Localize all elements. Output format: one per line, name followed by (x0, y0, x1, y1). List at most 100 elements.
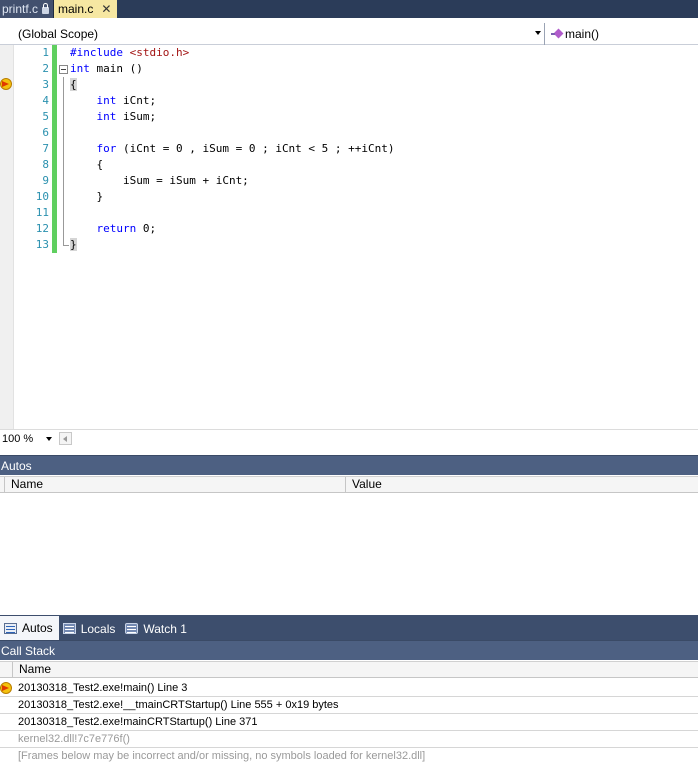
code-text: iSum = iSum + iCnt; (70, 173, 249, 189)
outlining-margin (58, 45, 70, 61)
document-tab-bar: printf.c main.c ✕ (0, 0, 698, 18)
scope-dropdown[interactable]: (Global Scope) (0, 23, 545, 45)
code-text: #include <stdio.h> (70, 45, 189, 61)
call-stack-panel-title: Call Stack (0, 640, 698, 660)
change-indicator (52, 221, 57, 237)
frame-text: 20130318_Test2.exe!mainCRTStartup() Line… (18, 716, 258, 728)
outlining-margin (58, 237, 70, 253)
change-indicator (52, 109, 57, 125)
outlining-margin (58, 157, 70, 173)
code-line[interactable]: 4 int iCnt; (14, 93, 698, 109)
outlining-margin (58, 173, 70, 189)
tab-watch-1[interactable]: Watch 1 (121, 617, 193, 640)
code-token: for (96, 142, 117, 155)
call-stack-frame[interactable]: [Frames below may be incorrect and/or mi… (0, 748, 698, 764)
code-token: <stdio.h> (129, 46, 190, 59)
line-number: 5 (42, 110, 49, 123)
scroll-left-button[interactable] (59, 432, 72, 445)
code-text: int main () (70, 61, 143, 77)
call-stack-frame[interactable]: 20130318_Test2.exe!__tmainCRTStartup() L… (0, 697, 698, 714)
row-gutter (0, 662, 13, 678)
change-indicator (52, 141, 57, 157)
call-stack-title-text: Call Stack (1, 643, 56, 658)
tab-main-c[interactable]: main.c ✕ (54, 0, 118, 18)
code-line[interactable]: 10 } (14, 189, 698, 205)
outlining-margin (58, 109, 70, 125)
code-line[interactable]: 1 #include <stdio.h> (14, 45, 698, 61)
change-indicator (52, 157, 57, 173)
change-indicator (52, 125, 57, 141)
tab-label: main.c (58, 2, 94, 16)
change-indicator (52, 173, 57, 189)
code-token: 0; (136, 222, 157, 235)
autos-title-text: Autos (1, 458, 32, 473)
collapse-icon[interactable] (59, 65, 68, 74)
execution-pointer-icon (0, 78, 13, 90)
member-value: main() (565, 27, 600, 41)
outlining-margin (58, 61, 70, 77)
code-token: main () (89, 62, 143, 75)
autos-column-headers: Name Value (0, 476, 698, 493)
code-token: { (70, 158, 104, 171)
code-line[interactable]: 11 (14, 205, 698, 221)
tab-autos[interactable]: Autos (0, 616, 59, 640)
member-dropdown[interactable]: main() (545, 23, 698, 45)
line-number: 1 (42, 46, 49, 59)
column-header-value[interactable]: Value (346, 477, 698, 493)
editor-status-bar: 100 % (0, 429, 698, 447)
code-line[interactable]: 6 (14, 125, 698, 141)
code-text: } (70, 189, 103, 205)
code-token: return (96, 222, 137, 235)
change-indicator (52, 237, 57, 253)
code-line[interactable]: 2 int main () (14, 61, 698, 77)
frame-text: [Frames below may be incorrect and/or mi… (18, 750, 426, 762)
locals-window-icon (62, 623, 76, 634)
code-line[interactable]: 13} (14, 237, 698, 253)
code-line[interactable]: 5 int iSum; (14, 109, 698, 125)
outlining-margin (58, 205, 70, 221)
code-lines: 1 #include <stdio.h> 2 int main () 3{4 int i… (14, 45, 698, 253)
tab-label: Locals (80, 621, 116, 636)
column-header-name[interactable]: Name (13, 662, 698, 678)
column-header-name[interactable]: Name (5, 477, 346, 493)
code-editor[interactable]: 1 #include <stdio.h> 2 int main () 3{4 int i… (0, 45, 698, 429)
code-line[interactable]: 12 return 0; (14, 221, 698, 237)
line-number: 9 (42, 174, 49, 187)
code-text: return 0; (70, 221, 157, 237)
call-stack-frame[interactable]: 20130318_Test2.exe!main() Line 3 (0, 680, 698, 697)
code-text: } (70, 237, 77, 253)
code-line[interactable]: 9 iSum = iSum + iCnt; (14, 173, 698, 189)
indicator-margin[interactable] (0, 45, 14, 429)
outlining-margin (58, 77, 70, 93)
call-stack-frame[interactable]: 20130318_Test2.exe!mainCRTStartup() Line… (0, 714, 698, 731)
call-stack-column-headers: Name (0, 661, 698, 678)
tab-printf-c[interactable]: printf.c (0, 0, 55, 18)
line-number: 8 (42, 158, 49, 171)
change-indicator (52, 93, 57, 109)
change-indicator (52, 45, 57, 61)
code-token: int (96, 94, 117, 107)
code-token: iSum = iSum + iCnt; (70, 174, 249, 187)
zoom-dropdown[interactable]: 100 % (0, 431, 56, 447)
call-stack-frame[interactable]: kernel32.dll!7c7e776f() (0, 731, 698, 748)
debug-tab-bar: Autos Locals Watch 1 (0, 615, 698, 640)
code-token: { (70, 78, 77, 91)
outlining-margin (58, 189, 70, 205)
code-line[interactable]: 3{ (14, 77, 698, 93)
code-token: iSum; (116, 110, 157, 123)
code-line[interactable]: 7 for (iCnt = 0 , iSum = 0 ; iCnt < 5 ; … (14, 141, 698, 157)
line-number: 2 (42, 62, 49, 75)
line-number: 10 (35, 190, 49, 203)
frame-text: kernel32.dll!7c7e776f() (18, 733, 130, 745)
tab-locals[interactable]: Locals (59, 617, 122, 640)
change-indicator (52, 77, 57, 93)
frame-text: 20130318_Test2.exe!__tmainCRTStartup() L… (18, 699, 339, 711)
autos-panel-title: Autos (0, 455, 698, 475)
code-text: { (70, 77, 77, 93)
change-indicator (52, 205, 57, 221)
close-icon[interactable]: ✕ (101, 3, 111, 15)
code-token: iCnt; (116, 94, 157, 107)
code-line[interactable]: 8 { (14, 157, 698, 173)
